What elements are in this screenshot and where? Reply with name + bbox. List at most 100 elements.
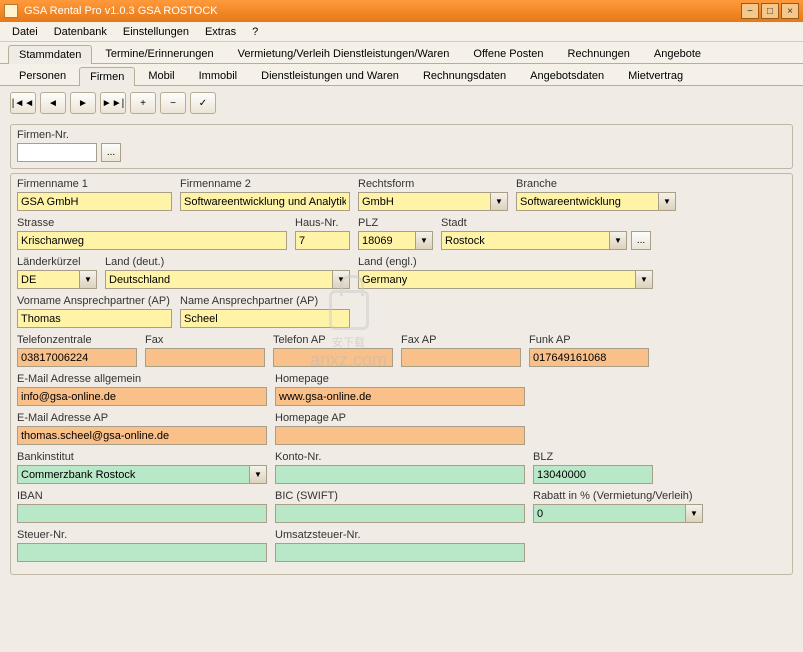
land-deut-combo[interactable]: Deutschland▼ (105, 270, 350, 289)
homepage-input[interactable] (275, 387, 525, 406)
blz-input[interactable] (533, 465, 653, 484)
plz-combo[interactable]: 18069▼ (358, 231, 433, 250)
stadt-browse-button[interactable]: ... (631, 231, 651, 250)
email-allg-input[interactable] (17, 387, 267, 406)
menu-help[interactable]: ? (246, 24, 264, 40)
tab-personen[interactable]: Personen (8, 66, 77, 85)
strasse-input[interactable] (17, 231, 287, 250)
tab-angebote[interactable]: Angebote (643, 44, 712, 63)
menu-datenbank[interactable]: Datenbank (48, 24, 113, 40)
bankinstitut-combo[interactable]: Commerzbank Rostock▼ (17, 465, 267, 484)
rechtsform-combo[interactable]: GmbH▼ (358, 192, 508, 211)
main-form-panel: Firmenname 1 Firmenname 2 Rechtsform Gmb… (10, 173, 793, 575)
telefon-ap-input[interactable] (273, 348, 393, 367)
name-ap-input[interactable] (180, 309, 350, 328)
chevron-down-icon[interactable]: ▼ (658, 193, 675, 210)
homepage-ap-label: Homepage AP (275, 412, 525, 424)
tab-offene[interactable]: Offene Posten (462, 44, 554, 63)
firmennr-input[interactable] (17, 143, 97, 162)
land-engl-label: Land (engl.) (358, 256, 653, 268)
name-ap-label: Name Ansprechpartner (AP) (180, 295, 350, 307)
email-ap-label: E-Mail Adresse AP (17, 412, 267, 424)
rabatt-combo[interactable]: 0▼ (533, 504, 703, 523)
email-allg-label: E-Mail Adresse allgemein (17, 373, 267, 385)
nav-first[interactable]: |◄◄ (10, 92, 36, 114)
branche-label: Branche (516, 178, 676, 190)
nav-last[interactable]: ►►| (100, 92, 126, 114)
firmenname1-label: Firmenname 1 (17, 178, 172, 190)
nav-remove[interactable]: − (160, 92, 186, 114)
bic-label: BIC (SWIFT) (275, 490, 525, 502)
chevron-down-icon[interactable]: ▼ (332, 271, 349, 288)
tab-rechnungsdaten[interactable]: Rechnungsdaten (412, 66, 517, 85)
firmennr-browse-button[interactable]: ... (101, 143, 121, 162)
tab-firmen[interactable]: Firmen (79, 67, 135, 86)
chevron-down-icon[interactable]: ▼ (635, 271, 652, 288)
landerkurzel-label: Länderkürzel (17, 256, 97, 268)
fax-ap-label: Fax AP (401, 334, 521, 346)
firmennr-panel: Firmen-Nr. ... (10, 124, 793, 169)
chevron-down-icon[interactable]: ▼ (249, 466, 266, 483)
umsatzsteuernr-input[interactable] (275, 543, 525, 562)
hausnr-input[interactable] (295, 231, 350, 250)
fax-label: Fax (145, 334, 265, 346)
telefonzentrale-input[interactable] (17, 348, 137, 367)
chevron-down-icon[interactable]: ▼ (685, 505, 702, 522)
nav-next[interactable]: ► (70, 92, 96, 114)
bic-input[interactable] (275, 504, 525, 523)
tab-mobil[interactable]: Mobil (137, 66, 185, 85)
maximize-button[interactable]: □ (761, 3, 779, 19)
rabatt-label: Rabatt in % (Vermietung/Verleih) (533, 490, 703, 502)
app-icon (4, 4, 18, 18)
main-tabs: Stammdaten Termine/Erinnerungen Vermietu… (0, 42, 803, 64)
tab-dienstleistungen[interactable]: Dienstleistungen und Waren (250, 66, 410, 85)
minimize-button[interactable]: − (741, 3, 759, 19)
firmenname2-input[interactable] (180, 192, 350, 211)
nav-prev[interactable]: ◄ (40, 92, 66, 114)
titlebar: GSA Rental Pro v1.0.3 GSA ROSTOCK − □ × (0, 0, 803, 22)
chevron-down-icon[interactable]: ▼ (490, 193, 507, 210)
menu-einstellungen[interactable]: Einstellungen (117, 24, 195, 40)
tab-mietvertrag[interactable]: Mietvertrag (617, 66, 694, 85)
stadt-label: Stadt (441, 217, 651, 229)
stadt-combo[interactable]: Rostock▼ (441, 231, 627, 250)
telefon-ap-label: Telefon AP (273, 334, 393, 346)
close-button[interactable]: × (781, 3, 799, 19)
branche-combo[interactable]: Softwareentwicklung▼ (516, 192, 676, 211)
tab-termine[interactable]: Termine/Erinnerungen (94, 44, 224, 63)
fax-ap-input[interactable] (401, 348, 521, 367)
tab-rechnungen[interactable]: Rechnungen (557, 44, 641, 63)
firmenname2-label: Firmenname 2 (180, 178, 350, 190)
chevron-down-icon[interactable]: ▼ (415, 232, 432, 249)
tab-vermietung[interactable]: Vermietung/Verleih Dienstleistungen/Ware… (227, 44, 461, 63)
iban-input[interactable] (17, 504, 267, 523)
vorname-ap-label: Vorname Ansprechpartner (AP) (17, 295, 172, 307)
plz-label: PLZ (358, 217, 433, 229)
nav-add[interactable]: + (130, 92, 156, 114)
funk-ap-label: Funk AP (529, 334, 649, 346)
kontonr-input[interactable] (275, 465, 525, 484)
menu-extras[interactable]: Extras (199, 24, 242, 40)
vorname-ap-input[interactable] (17, 309, 172, 328)
hausnr-label: Haus-Nr. (295, 217, 350, 229)
iban-label: IBAN (17, 490, 267, 502)
tab-stammdaten[interactable]: Stammdaten (8, 45, 92, 64)
blz-label: BLZ (533, 451, 653, 463)
land-deut-label: Land (deut.) (105, 256, 350, 268)
land-engl-combo[interactable]: Germany▼ (358, 270, 653, 289)
tab-immobil[interactable]: Immobil (188, 66, 249, 85)
chevron-down-icon[interactable]: ▼ (79, 271, 96, 288)
nav-confirm[interactable]: ✓ (190, 92, 216, 114)
funk-ap-input[interactable] (529, 348, 649, 367)
landerkurzel-combo[interactable]: DE▼ (17, 270, 97, 289)
firmenname1-input[interactable] (17, 192, 172, 211)
menubar: Datei Datenbank Einstellungen Extras ? (0, 22, 803, 42)
sub-tabs: Personen Firmen Mobil Immobil Dienstleis… (0, 64, 803, 86)
menu-datei[interactable]: Datei (6, 24, 44, 40)
homepage-ap-input[interactable] (275, 426, 525, 445)
chevron-down-icon[interactable]: ▼ (609, 232, 626, 249)
tab-angebotsdaten[interactable]: Angebotsdaten (519, 66, 615, 85)
fax-input[interactable] (145, 348, 265, 367)
email-ap-input[interactable] (17, 426, 267, 445)
steuernr-input[interactable] (17, 543, 267, 562)
